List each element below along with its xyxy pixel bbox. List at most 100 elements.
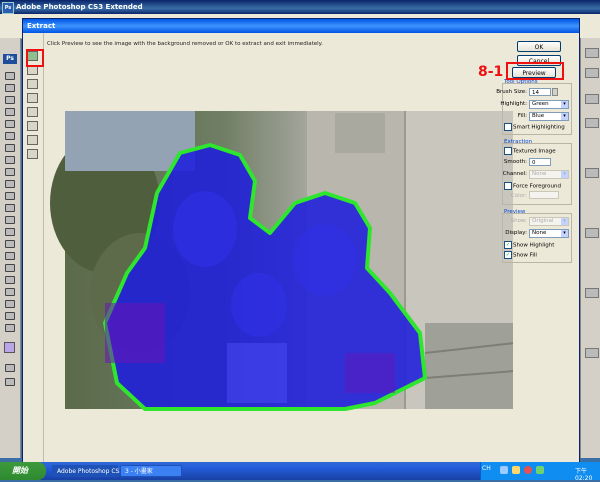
- eraser-tool-icon[interactable]: [27, 79, 38, 89]
- checkbox-icon: [504, 147, 512, 155]
- textured-image-label: Textured Image: [513, 148, 556, 155]
- smart-highlighting-label: Smart Highlighting: [513, 124, 565, 131]
- zoom-tool-icon[interactable]: [5, 324, 15, 332]
- slice-tool-icon[interactable]: [5, 132, 15, 140]
- edge-touchup-tool-icon[interactable]: [27, 121, 38, 131]
- taskbar-item-photoshop[interactable]: Adobe Photoshop CS3 Extended: [52, 465, 154, 477]
- smooth-field[interactable]: 0: [529, 158, 551, 166]
- photoshop-title: Adobe Photoshop CS3 Extended: [16, 3, 143, 11]
- display-select[interactable]: None ▾: [529, 229, 569, 238]
- force-foreground-label: Force Foreground: [513, 183, 561, 190]
- panel-history-icon[interactable]: [585, 168, 599, 178]
- show-select[interactable]: Original ▾: [529, 217, 569, 226]
- stamp-tool-icon[interactable]: [5, 168, 15, 176]
- show-fill-label: Show Fill: [513, 252, 537, 259]
- textured-image-checkbox[interactable]: Textured Image: [504, 147, 556, 156]
- show-highlight-label: Show Highlight: [513, 242, 555, 249]
- tray-volume-icon[interactable]: [512, 466, 520, 474]
- instruction-text: Click Preview to see the image with the …: [47, 41, 323, 47]
- family-photo[interactable]: [45, 53, 513, 461]
- extract-dialog: Extract 8 Click Preview to see the image…: [22, 18, 580, 465]
- healing-brush-tool-icon[interactable]: [5, 144, 15, 152]
- channel-value: None: [532, 171, 547, 177]
- eyedropper-tool-icon[interactable]: [27, 93, 38, 103]
- screen-mode-icon[interactable]: [5, 378, 15, 386]
- show-highlight-checkbox[interactable]: ✓ Show Highlight: [504, 241, 554, 250]
- checkmark-icon: ✓: [504, 251, 512, 259]
- preview-button-callout-box: [506, 62, 564, 80]
- gradient-tool-icon[interactable]: [5, 204, 15, 212]
- crop-tool-icon[interactable]: [5, 120, 15, 128]
- extract-preview-area[interactable]: [45, 53, 513, 461]
- channel-select[interactable]: None ▾: [529, 170, 569, 179]
- highlight-value: Green: [532, 101, 549, 107]
- extract-dialog-title-bar: Extract: [23, 19, 579, 33]
- photoshop-panel-dock: [580, 38, 600, 458]
- shape-tool-icon[interactable]: [5, 276, 15, 284]
- eraser-tool-icon[interactable]: [5, 192, 15, 200]
- checkbox-icon: [504, 182, 512, 190]
- show-fill-checkbox[interactable]: ✓ Show Fill: [504, 251, 537, 260]
- panel-styles-icon[interactable]: [585, 118, 599, 128]
- ime-indicator[interactable]: CH: [482, 465, 491, 472]
- foreground-color-swatch[interactable]: [4, 342, 15, 353]
- panel-color-icon[interactable]: [585, 68, 599, 78]
- show-value: Original: [532, 218, 554, 224]
- panel-channels-icon[interactable]: [585, 348, 599, 358]
- brush-tool-icon[interactable]: [5, 156, 15, 164]
- photoshop-app-icon: Ps: [2, 2, 14, 14]
- hand-tool-icon[interactable]: [27, 149, 38, 159]
- extract-dialog-title: Extract: [27, 22, 56, 30]
- notes-tool-icon[interactable]: [5, 288, 15, 296]
- force-foreground-checkbox[interactable]: Force Foreground: [504, 182, 561, 191]
- color-swatch-field[interactable]: [529, 191, 559, 199]
- panel-swatches-icon[interactable]: [585, 94, 599, 104]
- checkmark-icon: ✓: [504, 241, 512, 249]
- magic-wand-tool-icon[interactable]: [5, 108, 15, 116]
- cleanup-tool-icon[interactable]: [27, 107, 38, 117]
- lasso-tool-icon[interactable]: [5, 96, 15, 104]
- show-label: Show:: [510, 218, 527, 224]
- fill-tool-callout-box: [26, 49, 44, 67]
- panel-navigator-icon[interactable]: [585, 48, 599, 58]
- ok-button[interactable]: OK: [517, 41, 561, 52]
- chevron-down-icon: ▾: [561, 113, 568, 120]
- color-label: Color:: [510, 193, 527, 199]
- path-selection-tool-icon[interactable]: [5, 264, 15, 272]
- step-8-1-callout: 8-1: [478, 64, 504, 80]
- taskbar-item-paint[interactable]: 3 - 小畫家: [120, 465, 182, 477]
- highlight-select[interactable]: Green ▾: [529, 100, 569, 109]
- start-button[interactable]: 開始: [0, 462, 46, 480]
- brush-size-slider-arrow-icon[interactable]: [552, 88, 558, 96]
- fill-value: Blue: [532, 113, 545, 119]
- quick-mask-icon[interactable]: [5, 364, 15, 372]
- tray-network-icon[interactable]: [500, 466, 508, 474]
- zoom-tool-icon[interactable]: [27, 135, 38, 145]
- panel-layers-icon[interactable]: [585, 288, 599, 298]
- panel-actions-icon[interactable]: [585, 228, 599, 238]
- chevron-down-icon: ▾: [561, 171, 568, 178]
- extract-toolbox: [23, 33, 44, 465]
- pen-tool-icon[interactable]: [5, 240, 15, 248]
- history-brush-tool-icon[interactable]: [5, 180, 15, 188]
- chevron-down-icon: ▾: [561, 230, 568, 237]
- eyedropper-tool-icon[interactable]: [5, 300, 15, 308]
- brush-size-field[interactable]: 14: [529, 88, 551, 96]
- display-value: None: [532, 230, 547, 236]
- tray-app-icon[interactable]: [536, 466, 544, 474]
- brush-size-label: Brush Size:: [496, 89, 527, 95]
- dodge-tool-icon[interactable]: [5, 228, 15, 236]
- smart-highlighting-checkbox[interactable]: Smart Highlighting: [504, 123, 565, 132]
- blur-tool-icon[interactable]: [5, 216, 15, 224]
- fill-select[interactable]: Blue ▾: [529, 112, 569, 121]
- hand-tool-icon[interactable]: [5, 312, 15, 320]
- chevron-down-icon: ▾: [561, 218, 568, 225]
- extraction-header: Extraction: [504, 139, 533, 145]
- checkbox-icon: [504, 123, 512, 131]
- marquee-tool-icon[interactable]: [5, 84, 15, 92]
- move-tool-icon[interactable]: [5, 72, 15, 80]
- highlight-label: Highlight:: [500, 101, 527, 107]
- ps-badge: Ps: [3, 54, 17, 64]
- type-tool-icon[interactable]: [5, 252, 15, 260]
- tray-security-icon[interactable]: [524, 466, 532, 474]
